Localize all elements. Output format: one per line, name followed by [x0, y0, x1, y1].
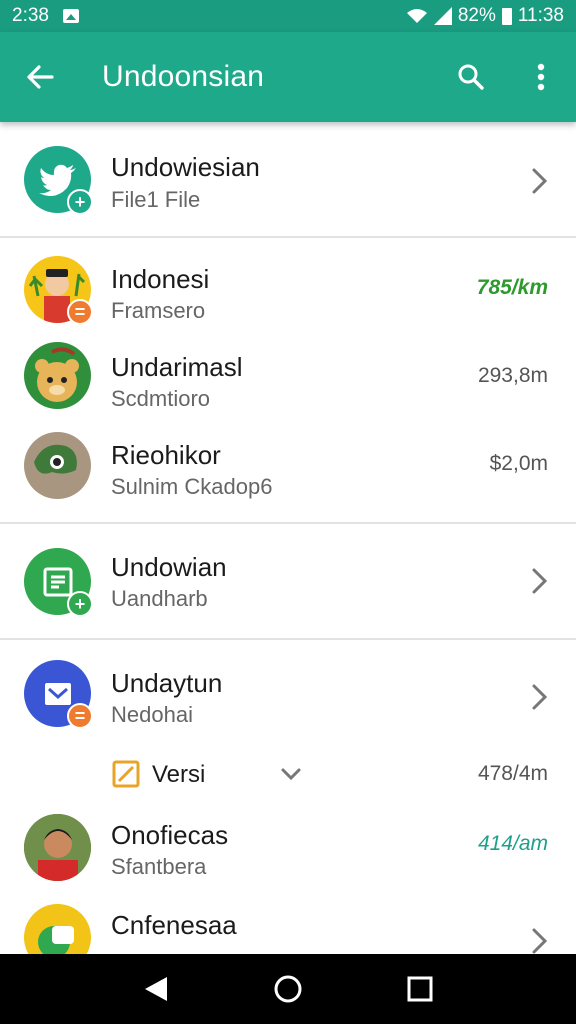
item-title: Undaytun [111, 668, 223, 698]
screen: 2:38 82% 11:38 Undoonsian + Undowiesian … [0, 0, 576, 1024]
system-nav-bar [0, 954, 576, 1024]
bird-illustration [34, 444, 77, 474]
item-meta: $2,0m [489, 452, 548, 475]
item-title: Versi [152, 761, 206, 788]
chevron-right-icon [532, 684, 548, 710]
item-meta: 785/km [476, 276, 548, 299]
item-subtitle: Sulnim Ckadop6 [111, 474, 273, 499]
list-item[interactable]: = Undaytun Nedohai [0, 640, 576, 748]
list-item[interactable]: Onofiecas Sfantbera 414/am [0, 810, 576, 900]
more-vert-icon [537, 63, 545, 91]
update-badge-icon: = [67, 299, 93, 325]
item-title: Undarimasl [111, 352, 243, 382]
update-badge-icon: = [67, 703, 93, 729]
nav-back-button[interactable] [126, 959, 186, 1019]
chevron-down-icon[interactable] [280, 766, 302, 782]
add-badge-icon: + [67, 591, 93, 617]
avatar: + [24, 146, 93, 215]
add-badge-icon: + [67, 189, 93, 215]
list-item[interactable]: + Undowiesian File1 File [0, 122, 576, 237]
item-subtitle: Nedohai [111, 702, 193, 727]
item-subtitle: Sfantbera [111, 854, 207, 879]
list-item-expandable[interactable]: Versi 478/4m [0, 748, 576, 810]
battery-icon [501, 7, 512, 25]
item-title: Indonesi [111, 264, 210, 294]
item-subtitle: Scdmtioro [111, 386, 211, 411]
list-item[interactable]: Rieohikor Sulnim Ckadop6 $2,0m [0, 414, 576, 522]
signal-icon [433, 7, 452, 25]
app-bar: Undoonsian [0, 32, 576, 122]
avatar [24, 814, 91, 881]
nav-back-icon [145, 977, 167, 1001]
item-title: Undowiesian [111, 152, 260, 182]
nav-recents-icon [407, 976, 433, 1002]
avatar [24, 432, 91, 499]
back-arrow-icon [27, 65, 54, 89]
chevron-right-icon [532, 168, 548, 194]
avatar: = [24, 256, 93, 325]
list-item[interactable]: Cnfenesaa [0, 900, 576, 954]
search-icon [458, 64, 484, 90]
list-item[interactable]: Undarimasl Scdmtioro 293,8m [0, 326, 576, 414]
wifi-icon [406, 9, 427, 23]
avatar [24, 904, 91, 954]
gallery-notification-icon [62, 9, 79, 23]
contact-list: + Undowiesian File1 File = Indonesi Fram… [0, 122, 576, 954]
person-photo [24, 814, 91, 881]
item-title: Onofiecas [111, 820, 229, 850]
back-button[interactable] [0, 32, 80, 122]
item-title: Rieohikor [111, 440, 221, 470]
item-subtitle: File1 File [111, 187, 201, 212]
bear-illustration [35, 347, 79, 402]
item-meta: 478/4m [477, 762, 548, 785]
search-button[interactable] [436, 32, 506, 122]
item-meta: 414/am [477, 832, 548, 855]
status-time-left: 2:38 [12, 5, 49, 26]
document-icon [43, 567, 72, 596]
avatar: + [24, 548, 93, 617]
status-bar: 2:38 82% 11:38 [0, 0, 576, 32]
overflow-menu-button[interactable] [506, 32, 576, 122]
item-meta: 293,8m [477, 364, 548, 387]
twitter-bird-icon [38, 164, 76, 196]
item-subtitle: Framsero [111, 298, 206, 323]
nav-home-button[interactable] [258, 959, 318, 1019]
nav-recents-button[interactable] [390, 959, 450, 1019]
page-title: Undoonsian [102, 60, 265, 93]
battery-percent: 82% [457, 5, 496, 26]
item-subtitle: Uandharb [111, 586, 208, 611]
status-clock: 11:38 [517, 5, 564, 26]
avatar: = [24, 660, 93, 729]
chevron-right-icon [532, 928, 548, 954]
item-title: Undowian [111, 552, 227, 582]
item-title: Cnfenesaa [111, 910, 237, 940]
list-item[interactable]: + Undowian Uandharb [0, 524, 576, 638]
mail-icon [44, 682, 71, 705]
chevron-right-icon [532, 568, 548, 594]
mascot-illustration [38, 926, 74, 954]
nav-home-icon [274, 975, 302, 1003]
avatar [24, 342, 91, 409]
list-item[interactable]: = Indonesi Framsero 785/km [0, 238, 576, 326]
edit-icon [112, 760, 140, 788]
